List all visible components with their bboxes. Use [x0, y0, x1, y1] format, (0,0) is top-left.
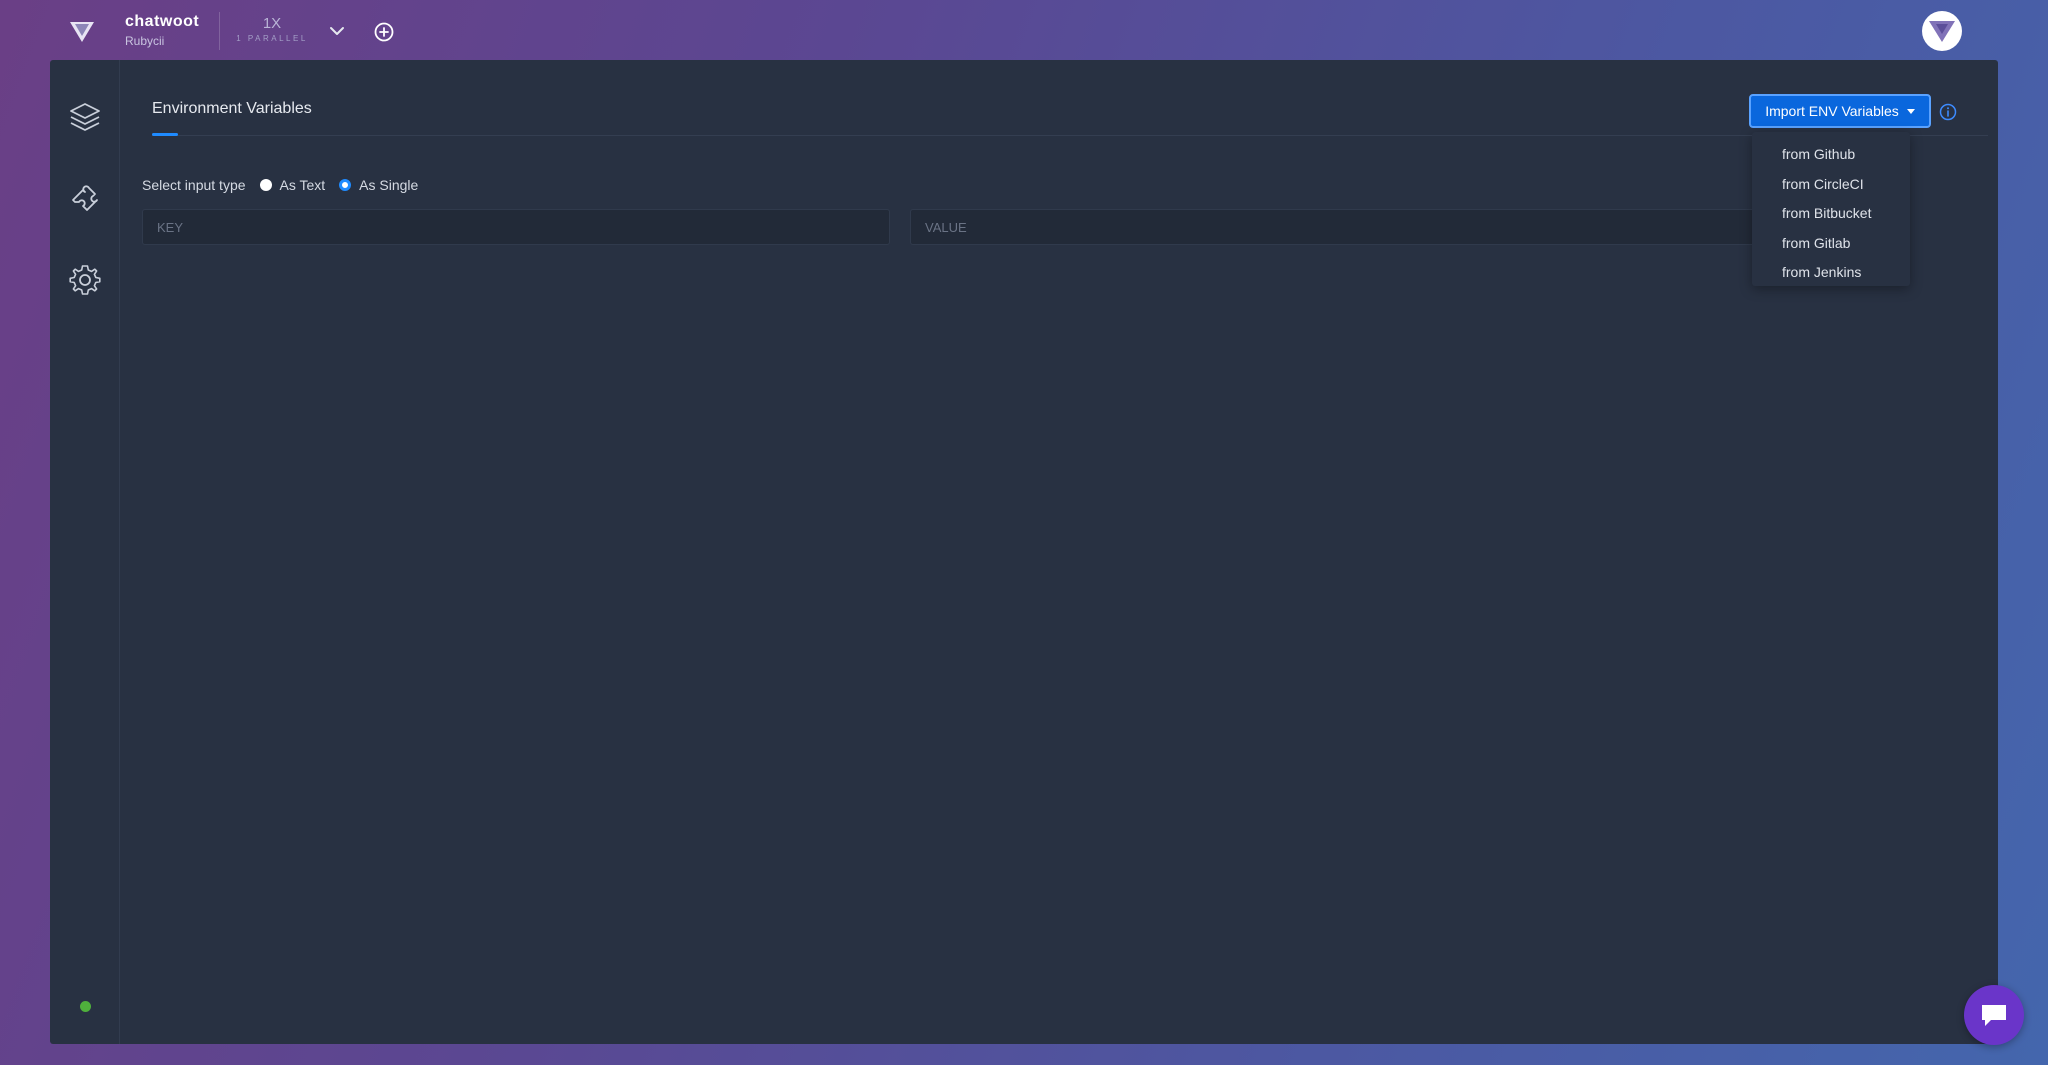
import-env-dropdown-menu: from Github from CircleCI from Bitbucket…: [1752, 132, 1910, 286]
radio-as-single-label[interactable]: As Single: [359, 177, 418, 193]
project-selector[interactable]: chatwoot Rubycii: [125, 13, 199, 48]
key-input[interactable]: [142, 209, 890, 245]
tab-environment-variables[interactable]: Environment Variables: [152, 100, 312, 118]
radio-as-text[interactable]: [259, 179, 272, 191]
puzzle-icon[interactable]: [67, 180, 103, 216]
gear-icon[interactable]: [67, 262, 103, 298]
import-env-button[interactable]: Import ENV Variables: [1749, 94, 1931, 128]
avatar[interactable]: [1922, 11, 1962, 51]
parallel-count: 1X: [262, 15, 282, 32]
radio-as-single[interactable]: [339, 179, 352, 191]
info-icon[interactable]: [1939, 103, 1957, 121]
project-owner: Rubycii: [125, 34, 165, 48]
sidebar: [50, 60, 120, 1044]
parallel-label: 1 PARALLEL: [236, 34, 308, 43]
status-indicator: [80, 1001, 91, 1012]
import-env-label: Import ENV Variables: [1765, 103, 1899, 119]
app-logo-icon[interactable]: [68, 18, 96, 44]
content-area: Environment Variables Import ENV Variabl…: [120, 60, 1998, 1044]
tab-divider: [152, 135, 1988, 136]
menu-item-gitlab[interactable]: from Gitlab: [1752, 229, 1910, 259]
menu-item-github[interactable]: from Github: [1752, 140, 1910, 170]
project-name: chatwoot: [125, 13, 200, 30]
menu-item-jenkins[interactable]: from Jenkins: [1752, 258, 1910, 288]
radio-as-text-label[interactable]: As Text: [280, 177, 326, 193]
chevron-down-icon[interactable]: [328, 22, 346, 40]
avatar-logo-icon: [1929, 21, 1955, 42]
chat-bubble-icon: [1982, 1005, 2006, 1026]
chat-widget-button[interactable]: [1964, 985, 2024, 1045]
parallel-indicator: 1X 1 PARALLEL: [236, 15, 308, 43]
header-divider: [219, 12, 220, 50]
top-bar: chatwoot Rubycii 1X 1 PARALLEL: [0, 0, 2048, 60]
menu-item-circleci[interactable]: from CircleCI: [1752, 170, 1910, 200]
active-tab-indicator: [152, 133, 178, 136]
input-type-selector: Select input type As Text As Single: [142, 177, 418, 193]
layers-icon[interactable]: [67, 100, 103, 136]
add-circle-icon[interactable]: [373, 21, 395, 43]
main-panel: Environment Variables Import ENV Variabl…: [50, 60, 1998, 1044]
menu-item-bitbucket[interactable]: from Bitbucket: [1752, 199, 1910, 229]
caret-down-icon: [1906, 108, 1915, 114]
input-type-label: Select input type: [142, 177, 246, 193]
